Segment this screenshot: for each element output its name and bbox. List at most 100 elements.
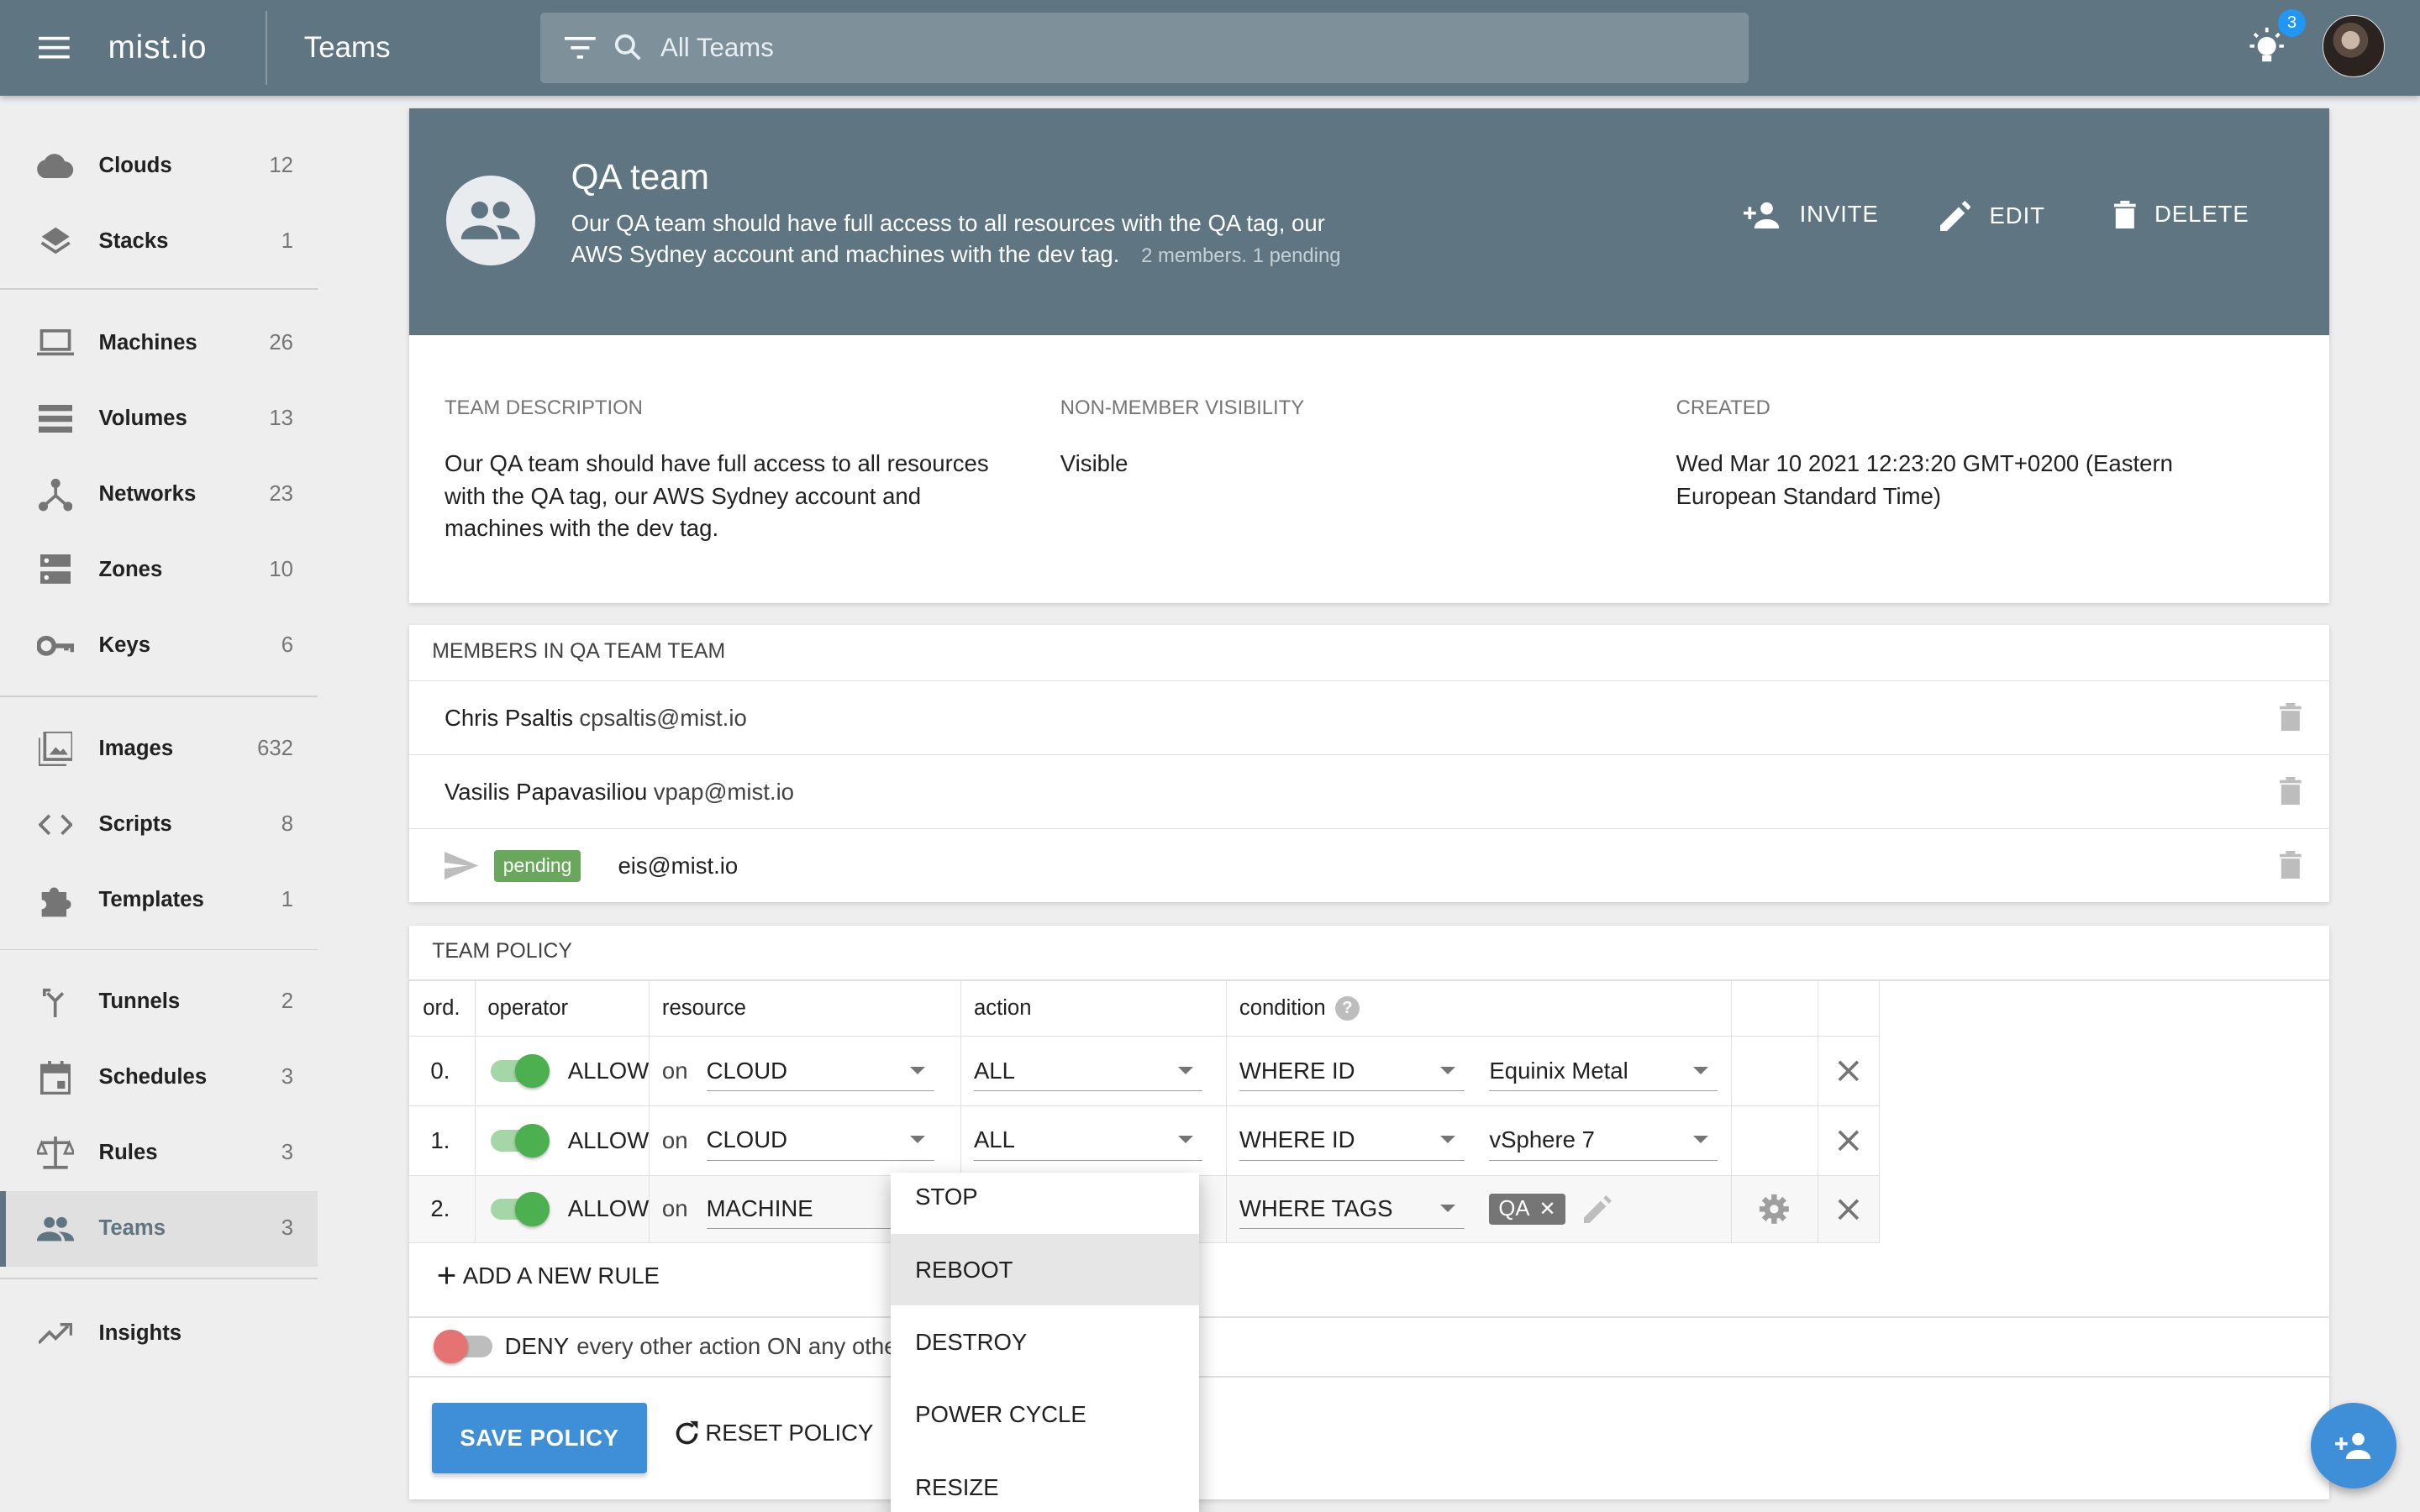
help-icon[interactable]: ? [1334,995,1360,1021]
reset-policy-button[interactable]: RESET POLICY [673,1420,873,1447]
rule-settings [1731,1037,1818,1106]
save-policy-button[interactable]: SAVE POLICY [432,1402,647,1474]
pencil-icon [1939,200,1971,232]
plus-icon: + [436,1256,457,1295]
table-row[interactable]: Chris Psaltis cpsaltis@mist.io [408,680,2329,754]
avatar[interactable] [2323,15,2385,77]
trash-icon[interactable] [2279,851,2302,885]
sidebar-item-count: 2 [281,990,293,1014]
sidebar-item-rules[interactable]: Rules 3 [0,1116,318,1191]
deny-toggle[interactable] [434,1329,492,1364]
person-add-icon [2334,1431,2372,1460]
sidebar-item-networks[interactable]: Networks 23 [0,457,318,533]
page-title: QA team [571,157,709,197]
tag-chip[interactable]: QA ✕ [1489,1194,1565,1225]
column-header-action: action [961,981,1228,1037]
rule-operator[interactable]: ALLOW [475,1105,650,1176]
sidebar-item-images[interactable]: Images 632 [0,711,318,787]
description-label: TEAM DESCRIPTION [444,396,643,420]
menu-item-power-cycle[interactable]: POWER CYCLE [891,1379,1199,1450]
add-user-button[interactable] [2310,1402,2397,1489]
condition-target-select[interactable]: Equinix Metal [1489,1051,1718,1091]
sidebar-item-keys[interactable]: Keys 6 [0,608,318,684]
search-input[interactable]: All Teams [660,33,774,63]
sidebar-item-count: 8 [281,812,293,837]
menu-item-reboot[interactable]: REBOOT [890,1234,1200,1305]
menu-item-stop[interactable]: STOP [891,1162,1199,1232]
network-icon [37,476,74,513]
laptop-icon [37,325,75,362]
gear-icon[interactable] [1731,1175,1818,1244]
sidebar: Clouds 12 Stacks 1 Machines 26 Volumes 1… [0,96,318,1512]
condition-target-select[interactable]: vSphere 7 [1489,1121,1718,1161]
sidebar-item-label: Networks [98,482,197,507]
action-select[interactable]: ALL [973,1051,1202,1091]
sidebar-item-volumes[interactable]: Volumes 13 [0,381,318,457]
trash-icon[interactable] [2279,776,2302,811]
invite-button[interactable]: INVITE [1744,201,1878,228]
sidebar-item-label: Teams [98,1216,166,1241]
sidebar-item-templates[interactable]: Templates 1 [0,863,318,938]
dns-icon [37,552,74,589]
resource-select[interactable]: CLOUD [706,1051,935,1091]
delete-button[interactable]: DELETE [2114,200,2249,228]
sidebar-item-schedules[interactable]: Schedules 3 [0,1040,318,1116]
sidebar-item-count: 3 [281,1216,293,1241]
menu-icon[interactable] [0,0,108,96]
resource-select[interactable]: CLOUD [706,1121,935,1161]
rule-ord: 1. [408,1105,476,1176]
action-select[interactable]: ALL [973,1121,1202,1161]
divider [0,1277,318,1279]
sidebar-item-tunnels[interactable]: Tunnels 2 [0,964,318,1040]
condition-target-value: vSphere 7 [1489,1126,1595,1153]
sidebar-item-zones[interactable]: Zones 10 [0,533,318,608]
on-label: on [661,1195,688,1222]
sidebar-item-teams[interactable]: Teams 3 [0,1190,318,1267]
logo[interactable]: mist.io [108,29,266,66]
pencil-icon[interactable] [1583,1194,1612,1223]
table-row[interactable]: Vasilis Papavasiliou vpap@mist.io [408,754,2329,828]
operator-toggle[interactable] [491,1192,550,1226]
search-bar[interactable]: All Teams [539,12,1749,84]
close-icon[interactable] [1818,1105,1881,1176]
sidebar-item-label: Stacks [98,228,169,253]
deny-default-row: DENY every other action ON any othe [434,1329,897,1364]
sidebar-item-label: Rules [98,1141,158,1165]
sidebar-item-clouds[interactable]: Clouds 12 [0,128,318,203]
column-header-ord: ord. [408,981,476,1037]
on-label: on [661,1058,688,1084]
condition-select[interactable]: WHERE ID [1239,1051,1465,1091]
condition-value: WHERE TAGS [1239,1194,1393,1221]
image-icon [37,731,74,768]
sidebar-item-scripts[interactable]: Scripts 8 [0,787,318,863]
edit-button[interactable]: EDIT [1939,200,2045,232]
rule-resource: on CLOUD [650,1037,962,1106]
condition-select[interactable]: WHERE ID [1239,1121,1465,1161]
created-value: Wed Mar 10 2021 12:23:20 GMT+0200 (Easte… [1676,450,2173,509]
sidebar-item-insights[interactable]: Insights [0,1296,318,1372]
rule-operator[interactable]: ALLOW [475,1037,650,1106]
rule-ord: 2. [408,1175,476,1244]
close-icon[interactable] [1818,1037,1881,1106]
sidebar-item-label: Zones [98,558,163,582]
condition-select[interactable]: WHERE TAGS [1239,1189,1465,1230]
sidebar-item-machines[interactable]: Machines 26 [0,306,318,381]
menu-item-resize[interactable]: RESIZE [891,1452,1199,1512]
add-rule-button[interactable]: + ADD A NEW RULE [436,1256,660,1295]
column-header-remove [1818,981,1881,1037]
menu-item-destroy[interactable]: DESTROY [891,1307,1199,1378]
chevron-down-icon [910,1136,926,1144]
filter-icon[interactable] [565,37,596,59]
condition-value: WHERE ID [1239,1126,1355,1153]
rule-operator[interactable]: ALLOW [475,1175,650,1244]
operator-toggle[interactable] [491,1123,550,1158]
close-icon[interactable] [1818,1175,1881,1244]
close-icon[interactable]: ✕ [1539,1197,1556,1221]
trash-icon[interactable] [2279,702,2302,737]
tag-chip-label: QA [1498,1196,1530,1221]
notification-badge[interactable]: 3 [2277,9,2307,38]
sidebar-item-count: 3 [281,1141,293,1165]
table-row[interactable]: pending eis@mist.io [408,828,2329,902]
sidebar-item-stacks[interactable]: Stacks 1 [0,203,318,279]
operator-toggle[interactable] [491,1053,550,1089]
